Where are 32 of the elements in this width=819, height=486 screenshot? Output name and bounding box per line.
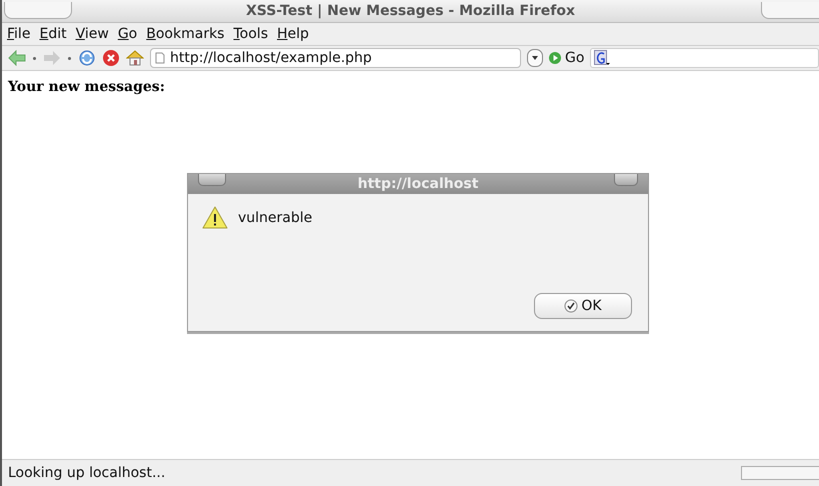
page-heading: Your new messages: [6, 78, 165, 95]
dialog-menu-button[interactable] [198, 174, 226, 186]
dialog-close-button[interactable] [614, 174, 638, 186]
alert-message: vulnerable [238, 210, 312, 226]
menu-item[interactable]: Edit [39, 26, 67, 42]
home-icon[interactable] [126, 49, 144, 67]
ok-button[interactable]: OK [534, 293, 632, 319]
window-menu-button[interactable] [4, 2, 72, 19]
menu-item[interactable]: Bookmarks [146, 26, 224, 42]
status-text: Looking up localhost... [8, 465, 166, 481]
menu-item[interactable]: View [76, 26, 109, 42]
go-button[interactable]: Go [549, 50, 584, 66]
menu-item[interactable]: File [7, 26, 30, 42]
menu-item[interactable]: Help [277, 26, 309, 42]
window-title: XSS-Test | New Messages - Mozilla Firefox [246, 3, 576, 19]
play-icon [549, 52, 561, 64]
dropdown-dot-icon[interactable] [67, 56, 72, 60]
search-engine-icon [594, 50, 610, 66]
address-field[interactable]: http://localhost/example.php [150, 48, 521, 68]
menu-item[interactable]: Tools [233, 26, 268, 42]
stop-icon[interactable] [102, 49, 120, 67]
reload-icon[interactable] [78, 49, 96, 67]
menu-item[interactable]: Go [118, 26, 138, 42]
dialog-title: http://localhost [358, 176, 478, 192]
page-icon [155, 52, 165, 64]
dropdown-dot-icon[interactable] [32, 56, 37, 60]
warning-icon [202, 206, 228, 229]
caret-icon [532, 56, 538, 60]
check-icon [564, 299, 578, 313]
history-dropdown-button[interactable] [527, 49, 543, 67]
search-field[interactable] [590, 48, 819, 68]
back-arrow-icon[interactable] [8, 50, 26, 66]
